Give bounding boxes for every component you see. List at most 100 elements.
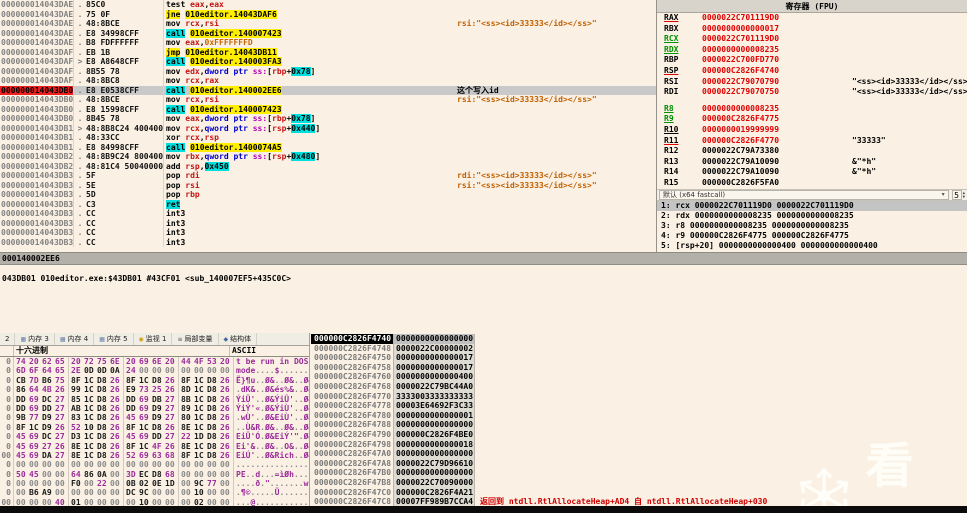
dump-tab[interactable]: ◉ 监视 1 [134, 333, 173, 345]
stack-row[interactable]: 000000C2826F47A8 0000022C79D96610 [311, 458, 967, 469]
dump-tab[interactable]: ▦ 内存 3 [15, 333, 55, 345]
register-row[interactable]: RCX 0000022C701119D0 [657, 34, 967, 45]
argument-row[interactable]: 5: [rsp+20] 0000000000000400 00000000000… [657, 241, 967, 251]
register-value[interactable]: 0000022C79A10090 [702, 157, 852, 168]
register-value[interactable]: 0000000000008235 [702, 45, 852, 56]
register-row[interactable]: R11 000000C2826F4770 "33333" [657, 136, 967, 147]
disasm-row[interactable]: 000000014043DAEA. E8 34998CFF call 010edit… [0, 28, 656, 38]
dump-tab[interactable]: ≡ 局部变量 [172, 333, 219, 345]
stack-row[interactable]: 000000C2826F4758 0000000000000017 [311, 362, 967, 373]
disasm-row[interactable]: 000000014043DB31. 5E pop rsi rsi:"<ss><id>3… [0, 180, 656, 190]
disasm-row[interactable]: 000000014043DB34. CC int3 [0, 209, 656, 219]
dump-row[interactable]: 0 00 B6 A9 00 00 00 00 00 DC 9C 00 00 00 10 00 00 .¶©....… [0, 488, 309, 498]
calling-convention-select[interactable]: 默认 (x64 fastcall) ▾ [659, 189, 949, 200]
register-value[interactable]: 000000C2826F4740 [702, 66, 852, 77]
dump-row[interactable]: 0 00 00 00 00 00 00 00 00 00 00 00 00 00 00 00 00.......… [0, 460, 309, 470]
register-value[interactable]: 0000022C79A10090 [702, 167, 852, 178]
dump-row[interactable]: 0 86 64 4B 26 99 1C D8 26 E9 73 25 26 8D 1C D8 26 .dK&..Ø… [0, 385, 309, 395]
disasm-row[interactable]: 000000014043DAFB. 8B55 78 mov edx,dword pt… [0, 66, 656, 76]
stack-row[interactable]: 000000C2826F4740 0000000000000000 [311, 334, 967, 344]
dump-row[interactable]: 0 DD 69 DD 27 AB 1C D8 26 DD 69 D9 27 89 1C D8 26 ÝiÝ'«.Ø… [0, 403, 309, 414]
register-row[interactable]: RBP 0000022C700FD770 [657, 55, 967, 66]
register-value[interactable]: 000000C2826F4770 [702, 136, 852, 147]
stack-row[interactable]: 000000C2826F47B0 0000000000000000 [311, 468, 967, 478]
register-value[interactable]: 0000022C701119D0 [702, 13, 852, 24]
stack-row[interactable]: 000000C2826F47B8 0000022C70090000 [311, 477, 967, 488]
disasm-row[interactable]: 000000014043DB1C. E8 84998CFF call 010edit… [0, 142, 656, 152]
register-value[interactable]: 0000022C79070790 [702, 77, 852, 88]
register-row[interactable]: RBX 0000000000000017 [657, 24, 967, 35]
disasm-row[interactable]: 000000014043DAE3. 85C0 test eax,eax [0, 0, 656, 10]
register-row[interactable]: R10 0000000019999999 [657, 125, 967, 136]
register-value[interactable]: 0000000000000017 [702, 24, 852, 35]
stack-row[interactable]: 000000C2826F4768 0000022C79BC44A0 [311, 381, 967, 392]
register-value[interactable]: 0000000000008235 [702, 104, 852, 115]
stack-row[interactable]: 000000C2826F4788 0000000000000000 [311, 420, 967, 430]
register-value[interactable]: 0000022C79A73380 [702, 146, 852, 157]
stack-row[interactable]: 000000C2826F4760 0000000000000400 [311, 372, 967, 382]
disasm-row[interactable]: 000000014043DB35. CC int3 [0, 218, 656, 228]
argument-row[interactable]: 4: r9 000000C2826F4775 000000C2826F4775 [657, 231, 967, 241]
disasm-row[interactable]: 000000014043DB06. 48:8BCE mov rcx,rsi rsi:"… [0, 95, 656, 105]
register-row[interactable]: R15 000000C2826F5FA0 [657, 178, 967, 189]
register-row[interactable]: RDI 0000022C79070750 "<ss><id>33333</id></… [657, 87, 967, 98]
disasm-row[interactable]: 000000014043DB36. CC int3 [0, 228, 656, 238]
dump-row[interactable]: 00 45 69 DA 27 8E 1C D8 26 52 69 63 68 8F 1C D8 26 EiÚ'..… [0, 450, 309, 461]
disasm-row[interactable]: 000000014043DB32. 5D pop rbp [0, 190, 656, 200]
register-row[interactable]: RSI 0000022C79070790 "<ss><id>33333</id></… [657, 77, 967, 88]
register-row[interactable]: R14 0000022C79A10090 &"*h" [657, 167, 967, 178]
register-value[interactable]: 0000022C700FD770 [702, 55, 852, 66]
argument-row[interactable]: 3: r8 0000000000008235 0000000000008235 [657, 221, 967, 231]
register-row[interactable]: R8 0000000000008235 [657, 104, 967, 115]
disasm-row[interactable]: 000000014043DAEF. B8 FDFFFFFF mov eax,0xFF… [0, 38, 656, 48]
disasm-row[interactable]: 000000014043DB09. E8 15998CFF call 010edit… [0, 104, 656, 114]
dump-tab[interactable]: ▦ 内存 4 [55, 333, 95, 345]
dump-row[interactable]: 0 45 69 27 26 8E 1C D8 26 8F 1C 4F 26 8E 1C D8 26 Ei'&..Ø… [0, 441, 309, 451]
stack-row[interactable]: 000000C2826F47A0 0000000000000000 [311, 449, 967, 459]
disasm-row[interactable]: 000000014043DB37. CC int3 [0, 237, 656, 247]
disasm-row[interactable]: 000000014043DB21. 48:8B9C24 8004000 mov rb… [0, 152, 656, 162]
stack-row[interactable]: 000000C2826F4790 000000C2826F4BE0 [311, 429, 967, 440]
disasm-row[interactable]: 000000014043DB0E. 8B45 78 mov eax,dword pt… [0, 114, 656, 124]
register-value[interactable]: 0000022C79070750 [702, 87, 852, 98]
register-row[interactable]: R13 0000022C79A10090 &"*h" [657, 157, 967, 168]
register-value[interactable]: 0000022C701119D0 [702, 34, 852, 45]
register-value[interactable]: 000000C2826F4775 [702, 114, 852, 125]
stack-row[interactable]: 000000C2826F47C0 000000C2826F4A21 [311, 487, 967, 498]
dump-row[interactable]: 0 6D 6F 64 65 2E 0D 0D 0A 24 00 00 00 00 00 00 00 mode...… [0, 366, 309, 376]
disasm-row[interactable]: 000000014043DAE7. 48:8BCE mov rcx,rsi rsi:"… [0, 19, 656, 29]
dump-tab[interactable]: ▦ 内存 5 [94, 333, 134, 345]
stack-row[interactable]: 000000C2826F4770 3333003333333333 [311, 391, 967, 402]
stack-row[interactable]: 000000C2826F4778 00003E64692F3C33 [311, 401, 967, 411]
argument-row[interactable]: 1: rcx 0000022C701119D0 0000022C701119D0 [657, 200, 967, 211]
register-row[interactable]: RDX 0000000000008235 [657, 45, 967, 56]
register-row[interactable]: RAX 0000022C701119D0 [657, 13, 967, 24]
register-value[interactable]: 000000C2826F5FA0 [702, 178, 852, 189]
register-row[interactable]: RSP 000000C2826F4740 [657, 66, 967, 77]
register-row[interactable]: R12 0000022C79A73380 [657, 146, 967, 157]
dump-tab[interactable]: 2 [0, 333, 16, 345]
dump-row[interactable]: 0 74 20 62 65 20 72 75 6E 20 69 6E 20 44 4F 53 20 t be ru… [0, 357, 309, 367]
dump-row[interactable]: 0 8F 1C D9 26 52 10 D8 26 8F 1C D8 26 8E 1C D8 26 ..Ù&R.Ø… [0, 422, 309, 433]
disasm-row[interactable]: 000000014043DB11 >48:8B8C24 4004000 mov rc… [0, 123, 656, 133]
stack-row[interactable]: 000000C2826F4750 0000000000000017 [311, 353, 967, 363]
disasm-row[interactable]: 000000014043DAE5. 75 0F jne 010editor.1404… [0, 9, 656, 19]
dump-tab[interactable]: ◆ 结构体 [219, 333, 258, 345]
argument-count-spinner[interactable]: 5 ▲ ▼ [951, 189, 965, 200]
disasm-row[interactable]: 000000014043DB29. 48:81C4 50040000 add rsp… [0, 161, 656, 171]
disasm-row[interactable]: 000000014043DB01. E8 E0538CFF call 010edit… [0, 85, 656, 95]
stack-row[interactable]: 000000C2826F4780 0000000000000001 [311, 410, 967, 421]
argument-row[interactable]: 2: rdx 0000000000008235 0000000000008235 [657, 211, 967, 221]
disasm-row[interactable]: 000000014043DAF4. EB 1B jmp 010editor.1404… [0, 47, 656, 57]
stack-row[interactable]: 000000C2826F4748 0000022C00000002 [311, 343, 967, 354]
disasm-row[interactable]: 000000014043DB19. 48:33CC xor rcx,rsp [0, 133, 656, 143]
spinner-arrows-icon[interactable]: ▲ ▼ [963, 190, 965, 199]
register-row[interactable]: R9 000000C2826F4775 [657, 114, 967, 125]
disasm-row[interactable]: 000000014043DAFE. 48:8BC8 mov rcx,rax [0, 76, 656, 86]
disasm-row[interactable]: 000000014043DAF6 > E8 A8648CFF call 010edit… [0, 57, 656, 67]
dump-row[interactable]: 0 50 45 00 00 64 86 0A 00 3D EC D8 68 00 00 00 00 PE..d..… [0, 469, 309, 480]
dump-row[interactable]: 0 45 69 DC 27 D3 1C D8 26 45 69 DD 27 22 1D D8 26 EiÜ'Ó.Ø… [0, 432, 309, 442]
disasm-row[interactable]: 000000014043DB30. 5F pop rdi rdi:"<ss><id>3… [0, 171, 656, 181]
register-value[interactable]: 0000000019999999 [702, 125, 852, 136]
disasm-row[interactable]: 000000014043DB33. C3 ret [0, 199, 656, 209]
